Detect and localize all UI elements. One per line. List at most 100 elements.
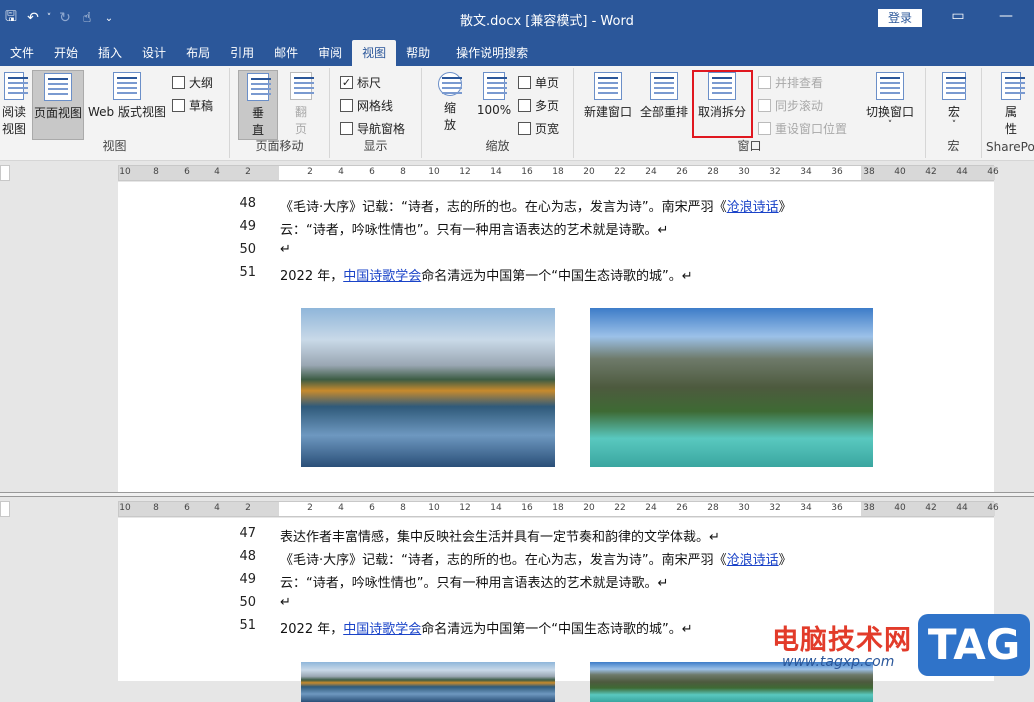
ruler-tick: 10 xyxy=(119,503,131,513)
vertical-button[interactable]: 垂 直 xyxy=(238,70,278,140)
group-show: ✓ 标尺 网格线 导航窗格 显示 xyxy=(330,68,422,158)
tab-4[interactable]: 布局 xyxy=(176,40,220,66)
reset-window-position-button[interactable]: 重设窗口位置 xyxy=(758,120,847,137)
ruler-tick: 2 xyxy=(245,167,251,177)
horizontal-ruler-bottom[interactable]: 10 8 6 4 2 2 4 6 8 10 12 14 16 18 20 22 24 26 28 30 32 34 36 38… xyxy=(118,501,999,517)
ruler-tick: 42 xyxy=(925,503,937,513)
draft-button[interactable]: 草稿 xyxy=(172,97,213,114)
group-label-show: 显示 xyxy=(363,139,388,153)
undo-dropdown-icon[interactable]: ˅ xyxy=(44,13,54,23)
arrange-all-button[interactable]: 全部重排 xyxy=(638,70,690,120)
ruler-tick: 8 xyxy=(153,503,159,513)
ribbon-display-options-icon[interactable]: ▭ xyxy=(948,8,968,24)
one-page-icon xyxy=(518,76,531,89)
document-page-top[interactable]: 48 《毛诗·大序》记载：“诗者，志的所的也。在心为志，发言为诗”。南宋严羽《沧浪… xyxy=(118,182,994,492)
vertical-ruler-corner xyxy=(0,165,10,181)
ruler-tick: 28 xyxy=(707,503,719,513)
split-bar[interactable] xyxy=(0,492,1034,497)
tab-3[interactable]: 设计 xyxy=(132,40,176,66)
ruler-tick: 24 xyxy=(645,167,657,177)
line-text: 2022 年，中国诗歌学会命名清远为中国第一个“中国生态诗歌的城”。↵ xyxy=(280,618,693,637)
mountain-lake-photo[interactable] xyxy=(590,308,873,467)
hyperlink[interactable]: 沧浪诗话 xyxy=(727,200,779,215)
line-number: 51 xyxy=(239,618,256,633)
tab-7[interactable]: 审阅 xyxy=(308,40,352,66)
ruler-tick: 2 xyxy=(307,167,313,177)
document-line[interactable]: 48 《毛诗·大序》记载：“诗者，志的所的也。在心为志，发言为诗”。南宋严羽《沧浪… xyxy=(118,196,994,218)
sync-scroll-button[interactable]: 同步滚动 xyxy=(758,97,823,114)
switch-windows-button[interactable]: 切换窗口 ˅ xyxy=(862,70,918,130)
properties-button[interactable]: 属 性 xyxy=(998,70,1025,137)
macros-icon xyxy=(942,72,966,100)
touch-mode-icon[interactable]: ☝ xyxy=(76,10,98,26)
document-line[interactable]: 51 2022 年，中国诗歌学会命名清远为中国第一个“中国生态诗歌的城”。↵ xyxy=(118,265,994,287)
read-mode-button[interactable]: 阅读 视图 xyxy=(0,70,28,137)
line-text: 《毛诗·大序》记载：“诗者，志的所的也。在心为志，发言为诗”。南宋严羽《沧浪诗话… xyxy=(280,549,792,568)
customize-qat-icon[interactable]: ⌄ xyxy=(98,13,120,24)
login-button[interactable]: 登录 xyxy=(878,9,922,27)
document-line[interactable]: 47 表达作者丰富情感，集中反映社会生活并具有一定节奏和韵律的文学体裁。↵ xyxy=(118,526,994,548)
multiple-pages-button[interactable]: 多页 xyxy=(518,97,559,114)
line-text: 《毛诗·大序》记载：“诗者，志的所的也。在心为志，发言为诗”。南宋严羽《沧浪诗话… xyxy=(280,196,792,215)
side-to-side-button[interactable]: 翻 页 xyxy=(284,70,318,137)
nav-pane-checkbox[interactable]: 导航窗格 xyxy=(340,120,405,137)
ruler-tick: 22 xyxy=(614,167,626,177)
hyperlink[interactable]: 沧浪诗话 xyxy=(727,553,779,568)
chevron-down-icon: ˅ xyxy=(951,120,957,130)
tab-8[interactable]: 视图 xyxy=(352,40,397,66)
zoom-100-button[interactable]: 100% xyxy=(474,70,514,117)
group-label-sharepoint: SharePo xyxy=(986,140,1034,154)
ruler-tick: 46 xyxy=(987,503,999,513)
tab-6[interactable]: 邮件 xyxy=(264,40,308,66)
line-text: ↵ xyxy=(280,242,291,257)
side-by-side-icon xyxy=(758,76,771,89)
multiple-pages-icon xyxy=(518,99,531,112)
view-side-by-side-button[interactable]: 并排查看 xyxy=(758,74,823,91)
horizontal-ruler-top[interactable]: 10 8 6 4 2 2 4 6 8 10 12 14 16 18 20 22 24 26 28 30 32 34 36 38… xyxy=(118,165,999,181)
macros-button[interactable]: 宏 ˅ xyxy=(938,70,970,130)
undo-icon[interactable]: ↶ xyxy=(22,10,44,26)
new-window-button[interactable]: 新建窗口 xyxy=(582,70,634,120)
tab-2[interactable]: 插入 xyxy=(88,40,132,66)
tab-9[interactable]: 帮助 xyxy=(396,40,440,66)
document-line[interactable]: 50 ↵ xyxy=(118,242,994,264)
chevron-down-icon: ˅ xyxy=(887,120,893,130)
lake-photo[interactable] xyxy=(301,662,555,702)
text-run: 命名清远为中国第一个“中国生态诗歌的城”。↵ xyxy=(421,622,693,637)
ruler-tick: 10 xyxy=(119,167,131,177)
save-icon[interactable]: 🖫 xyxy=(0,6,22,30)
ruler-tick: 18 xyxy=(552,167,564,177)
group-label-window: 窗口 xyxy=(737,139,762,153)
lake-photo[interactable] xyxy=(301,308,555,467)
redo-icon[interactable]: ↻ xyxy=(54,10,76,26)
reset-position-icon xyxy=(758,122,771,135)
text-run: 《毛诗·大序》记载：“诗者，志的所的也。在心为志，发言为诗”。南宋严羽《 xyxy=(280,553,727,568)
zoom-button[interactable]: 缩 放 xyxy=(432,70,468,133)
ruler-tick: 26 xyxy=(676,503,688,513)
document-line[interactable]: 48 《毛诗·大序》记载：“诗者，志的所的也。在心为志，发言为诗”。南宋严羽《沧浪… xyxy=(118,549,994,571)
ruler-check-icon: ✓ xyxy=(340,76,353,89)
one-page-button[interactable]: 单页 xyxy=(518,74,559,91)
page-width-button[interactable]: 页宽 xyxy=(518,120,559,137)
ruler-tick: 6 xyxy=(369,167,375,177)
hyperlink[interactable]: 中国诗歌学会 xyxy=(343,269,421,284)
ruler-tick: 12 xyxy=(459,503,471,513)
minimize-icon[interactable]: — xyxy=(996,8,1016,24)
document-line[interactable]: 49 云：“诗者，吟咏性情也”。只有一种用言语表达的艺术就是诗歌。↵ xyxy=(118,572,994,594)
ruler-checkbox[interactable]: ✓ 标尺 xyxy=(340,74,381,91)
tab-5[interactable]: 引用 xyxy=(220,40,264,66)
highlight-box xyxy=(692,70,753,138)
print-layout-button[interactable]: 页面视图 xyxy=(32,70,84,140)
outline-button[interactable]: 大纲 xyxy=(172,74,213,91)
text-run: 2022 年， xyxy=(280,622,344,637)
text-run: 表达作者丰富情感，集中反映社会生活并具有一定节奏和韵律的文学体裁。↵ xyxy=(280,530,720,545)
tab-10[interactable]: 操作说明搜索 xyxy=(446,40,538,66)
page-width-icon xyxy=(518,122,531,135)
tab-0[interactable]: 文件 xyxy=(0,40,44,66)
hyperlink[interactable]: 中国诗歌学会 xyxy=(343,622,421,637)
gridlines-checkbox[interactable]: 网格线 xyxy=(340,97,393,114)
text-run: ↵ xyxy=(280,595,291,610)
web-layout-button[interactable]: Web 版式视图 xyxy=(86,70,168,120)
document-line[interactable]: 49 云：“诗者，吟咏性情也”。只有一种用言语表达的艺术就是诗歌。↵ xyxy=(118,219,994,241)
tab-1[interactable]: 开始 xyxy=(44,40,88,66)
